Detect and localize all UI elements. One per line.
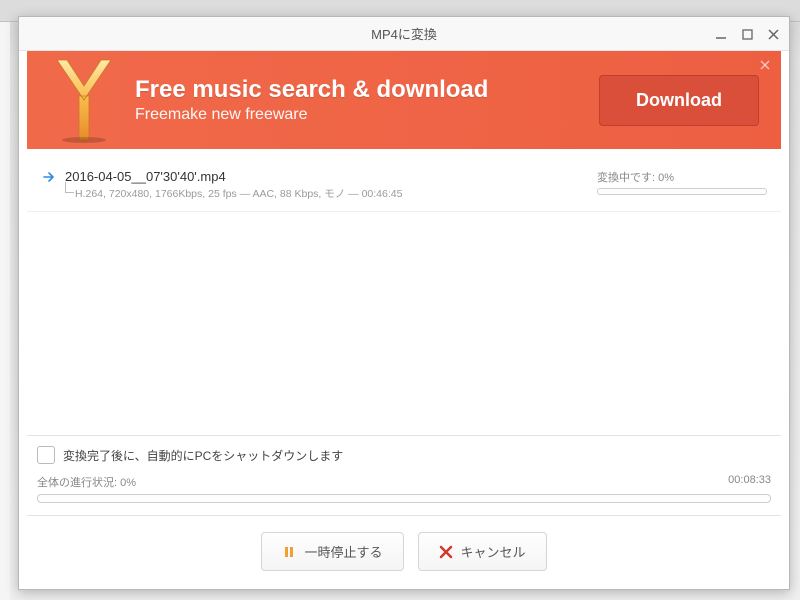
pause-button[interactable]: 一時停止する	[261, 532, 403, 571]
file-description: H.264, 720x480, 1766Kbps, 25 fps — AAC, …	[65, 186, 597, 201]
promo-banner: Free music search & download Freemake ne…	[27, 51, 781, 149]
bottom-section: 変換完了後に、自動的にPCをシャットダウンします 全体の進行状況: 0% 00:…	[19, 436, 789, 515]
banner-text: Free music search & download Freemake ne…	[135, 76, 599, 124]
banner-title: Free music search & download	[135, 76, 599, 104]
close-button[interactable]	[765, 26, 781, 42]
overall-progress-bar	[37, 494, 771, 503]
window-title: MP4に変換	[19, 24, 789, 43]
shutdown-label: 変換完了後に、自動的にPCをシャットダウンします	[63, 447, 343, 464]
download-button[interactable]: Download	[599, 75, 759, 126]
file-name: 2016-04-05__07'30'40'.mp4	[65, 169, 597, 184]
arrow-right-icon	[41, 171, 57, 183]
window-controls	[713, 17, 781, 51]
file-status: 変換中です: 0%	[597, 169, 767, 195]
banner-subtitle: Freemake new freeware	[135, 106, 599, 124]
titlebar: MP4に変換	[19, 17, 789, 51]
cancel-label: キャンセル	[461, 542, 526, 561]
shutdown-checkbox[interactable]	[37, 446, 55, 464]
banner-close-icon[interactable]	[757, 57, 773, 73]
file-status-label: 変換中です: 0%	[597, 169, 767, 185]
cancel-icon	[439, 545, 453, 559]
overall-label: 全体の進行状況: 0%	[37, 474, 136, 490]
overall-status-row: 全体の進行状況: 0% 00:08:33	[37, 474, 771, 490]
maximize-button[interactable]	[739, 26, 755, 42]
freemake-logo-icon	[39, 51, 129, 149]
pause-label: 一時停止する	[304, 542, 382, 561]
pause-icon	[282, 545, 296, 559]
file-list: 2016-04-05__07'30'40'.mp4 H.264, 720x480…	[27, 163, 781, 435]
elapsed-time: 00:08:33	[728, 474, 771, 490]
file-info: 2016-04-05__07'30'40'.mp4 H.264, 720x480…	[65, 169, 597, 201]
dialog-buttons: 一時停止する キャンセル	[19, 516, 789, 589]
cancel-button[interactable]: キャンセル	[418, 532, 547, 571]
shutdown-checkbox-row: 変換完了後に、自動的にPCをシャットダウンします	[37, 446, 771, 464]
minimize-button[interactable]	[713, 26, 729, 42]
file-progress-bar	[597, 188, 767, 195]
file-row: 2016-04-05__07'30'40'.mp4 H.264, 720x480…	[27, 163, 781, 212]
convert-dialog: MP4に変換	[18, 16, 790, 590]
